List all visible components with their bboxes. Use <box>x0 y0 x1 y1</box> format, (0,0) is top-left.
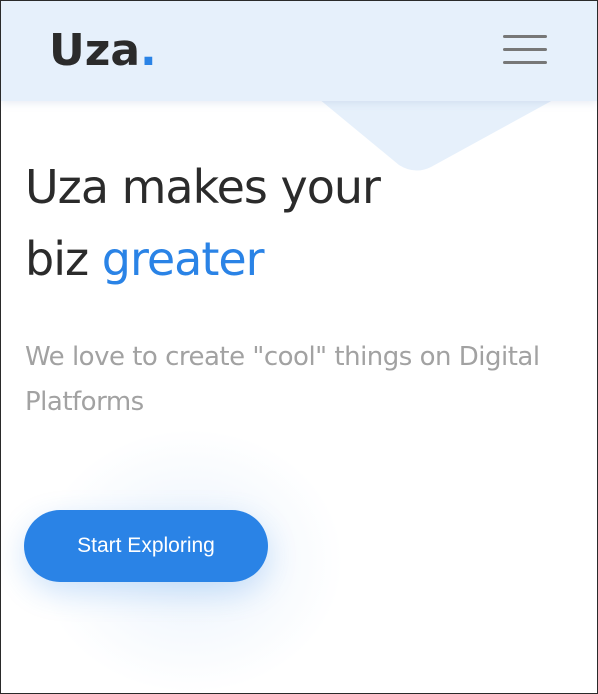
site-header: Uza. <box>1 1 597 101</box>
headline-line-2-prefix: biz <box>25 232 89 286</box>
menu-line-middle <box>503 48 547 51</box>
hero-headline: Uza makes your biz greater <box>25 151 565 295</box>
brand-dot: . <box>140 25 157 76</box>
menu-line-top <box>503 35 547 38</box>
hero-subtitle: We love to create "cool" things on Digit… <box>25 342 540 417</box>
brand-logo[interactable]: Uza. <box>49 25 157 77</box>
start-exploring-button[interactable]: Start Exploring <box>24 510 268 582</box>
app-frame: Uza. Uza makes your biz greater We love … <box>0 0 598 694</box>
hero-section: Uza makes your biz greater <box>25 151 565 295</box>
headline-accent-word: greater <box>101 232 265 286</box>
brand-name: Uza <box>49 25 141 76</box>
headline-line-1: Uza makes your <box>25 160 381 214</box>
menu-line-bottom <box>503 61 547 64</box>
hamburger-menu-icon[interactable] <box>503 35 547 65</box>
